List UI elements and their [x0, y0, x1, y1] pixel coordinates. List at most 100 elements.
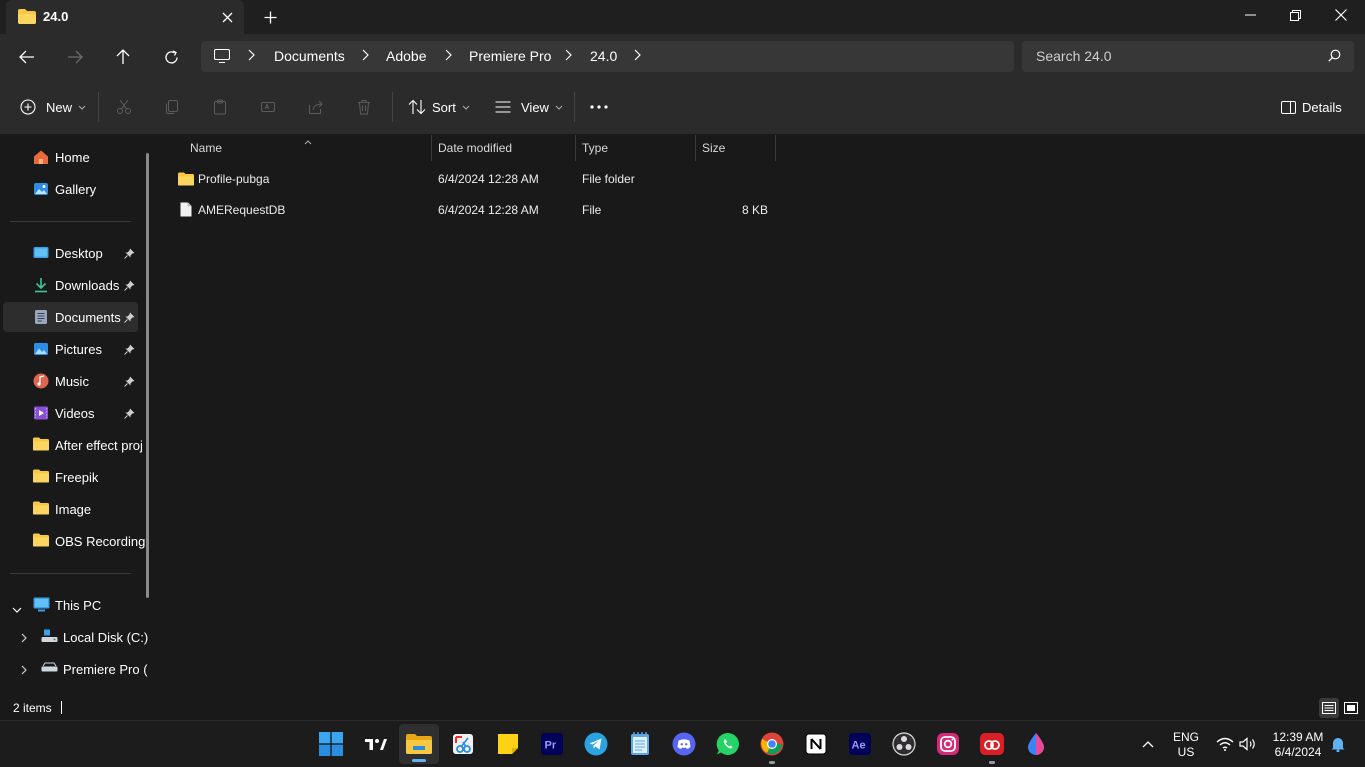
- cut-button[interactable]: [116, 94, 132, 120]
- up-button[interactable]: [109, 43, 137, 71]
- details-button[interactable]: Details: [1281, 94, 1342, 120]
- sidebar-item-obs-recording[interactable]: OBS Recording: [3, 526, 145, 556]
- address-bar[interactable]: Documents Adobe Premiere Pro 24.0: [201, 41, 1014, 72]
- sidebar-item-desktop[interactable]: Desktop: [3, 238, 138, 268]
- sidebar-item-videos[interactable]: Videos: [3, 398, 138, 428]
- chevron-down-icon[interactable]: [12, 601, 22, 616]
- view-button[interactable]: View: [495, 94, 563, 120]
- column-name[interactable]: Name: [190, 141, 222, 155]
- column-divider[interactable]: [775, 135, 776, 161]
- more-options-button[interactable]: [590, 94, 608, 120]
- copy-button[interactable]: [164, 94, 180, 120]
- sidebar-item-image[interactable]: Image: [3, 494, 138, 524]
- table-row[interactable]: Profile-pubga 6/4/2024 12:28 AM File fol…: [168, 165, 778, 193]
- delete-button[interactable]: [356, 94, 372, 120]
- taskbar-snipping-tool[interactable]: [448, 729, 478, 759]
- taskbar-file-explorer[interactable]: [399, 724, 439, 764]
- taskbar-discord[interactable]: [669, 729, 699, 759]
- column-divider[interactable]: [695, 135, 696, 161]
- sidebar-item-premiere-pro-drive[interactable]: Premiere Pro (: [0, 654, 148, 684]
- search-box[interactable]: [1022, 41, 1354, 72]
- taskbar-instagram[interactable]: [933, 729, 963, 759]
- pin-icon[interactable]: [124, 375, 135, 390]
- sidebar-item-pictures[interactable]: Pictures: [3, 334, 138, 364]
- sidebar-item-after-effect-proj[interactable]: After effect proj: [3, 430, 143, 460]
- sidebar-item-documents[interactable]: Documents: [3, 302, 138, 332]
- tab-title: 24.0: [43, 9, 69, 24]
- column-size[interactable]: Size: [702, 141, 725, 155]
- taskbar-notepad[interactable]: [625, 729, 655, 759]
- rename-button[interactable]: [260, 94, 276, 120]
- sidebar-label: Local Disk (C:): [63, 630, 149, 645]
- chevron-right-icon[interactable]: [565, 49, 572, 64]
- breadcrumb-premiere-pro[interactable]: Premiere Pro: [469, 48, 551, 64]
- restore-button[interactable]: [1272, 0, 1318, 30]
- column-date-modified[interactable]: Date modified: [438, 141, 512, 155]
- search-icon[interactable]: [1328, 49, 1341, 65]
- breadcrumb-documents[interactable]: Documents: [274, 48, 345, 64]
- forward-button[interactable]: [61, 43, 89, 71]
- minimize-button[interactable]: [1227, 0, 1273, 30]
- breadcrumb-adobe[interactable]: Adobe: [386, 48, 426, 64]
- pin-icon[interactable]: [124, 407, 135, 422]
- new-tab-button[interactable]: [258, 6, 282, 28]
- clock[interactable]: 12:39 AM 6/4/2024: [1266, 730, 1330, 760]
- details-label: Details: [1302, 99, 1342, 115]
- large-icons-view-button[interactable]: [1341, 698, 1361, 718]
- sidebar-label: Gallery: [55, 182, 97, 197]
- taskbar-chrome[interactable]: [757, 729, 787, 764]
- taskbar-whatsapp[interactable]: [713, 729, 743, 759]
- pin-icon[interactable]: [124, 311, 135, 326]
- column-type[interactable]: Type: [582, 141, 608, 155]
- pin-icon[interactable]: [124, 279, 135, 294]
- taskbar-creative-cloud[interactable]: [977, 729, 1007, 764]
- sort-button[interactable]: Sort: [408, 94, 470, 120]
- monitor-icon[interactable]: [213, 48, 231, 66]
- notifications-button[interactable]: [1323, 729, 1353, 759]
- pin-icon[interactable]: [124, 247, 135, 262]
- taskbar-obs[interactable]: [889, 729, 919, 759]
- sidebar-item-local-disk-c[interactable]: Local Disk (C:): [0, 622, 149, 652]
- taskbar-sticky-notes[interactable]: [493, 729, 523, 759]
- taskbar-notion[interactable]: [801, 729, 831, 759]
- new-button[interactable]: New: [20, 94, 86, 120]
- taskbar-premiere-pro[interactable]: Pr: [537, 729, 567, 759]
- sidebar-item-this-pc[interactable]: This PC: [0, 590, 145, 620]
- close-tab-button[interactable]: [217, 7, 237, 27]
- column-divider[interactable]: [575, 135, 576, 161]
- chevron-right-icon[interactable]: [634, 49, 641, 64]
- taskbar-after-effects[interactable]: Ae: [845, 729, 875, 759]
- back-button[interactable]: [13, 43, 41, 71]
- sidebar-item-gallery[interactable]: Gallery: [3, 174, 138, 204]
- chevron-right-icon[interactable]: [21, 663, 27, 678]
- chevron-right-icon[interactable]: [21, 631, 27, 646]
- details-view-button[interactable]: [1319, 698, 1339, 718]
- window-tab[interactable]: 24.0: [6, 0, 244, 34]
- sidebar-item-downloads[interactable]: Downloads: [3, 270, 138, 300]
- instagram-icon: [937, 733, 959, 755]
- taskbar-telegram[interactable]: [581, 729, 611, 759]
- sidebar-scrollbar[interactable]: [146, 153, 149, 598]
- show-hidden-icons-button[interactable]: [1133, 729, 1163, 759]
- start-button[interactable]: [316, 729, 346, 759]
- sidebar-item-home[interactable]: Home: [3, 142, 138, 172]
- pin-icon[interactable]: [124, 343, 135, 358]
- paste-button[interactable]: [212, 94, 228, 120]
- chevron-right-icon[interactable]: [248, 49, 255, 64]
- share-button[interactable]: [308, 94, 324, 120]
- close-window-button[interactable]: [1318, 0, 1364, 30]
- table-row[interactable]: AMERequestDB 6/4/2024 12:28 AM File 8 KB: [168, 196, 778, 224]
- sidebar-item-freepik[interactable]: Freepik: [3, 462, 138, 492]
- taskbar-color-picker[interactable]: [1021, 729, 1051, 759]
- chevron-right-icon[interactable]: [445, 49, 452, 64]
- videos-icon: [33, 405, 49, 421]
- volume-button[interactable]: [1233, 729, 1263, 759]
- chevron-right-icon[interactable]: [362, 49, 369, 64]
- taskbar-tradingview[interactable]: [361, 729, 391, 759]
- column-divider[interactable]: [431, 135, 432, 161]
- sidebar-item-music[interactable]: Music: [3, 366, 138, 396]
- search-input[interactable]: [1036, 48, 1316, 64]
- language-indicator[interactable]: ENG US: [1168, 730, 1204, 760]
- refresh-button[interactable]: [157, 43, 185, 71]
- breadcrumb-24-0[interactable]: 24.0: [590, 48, 617, 64]
